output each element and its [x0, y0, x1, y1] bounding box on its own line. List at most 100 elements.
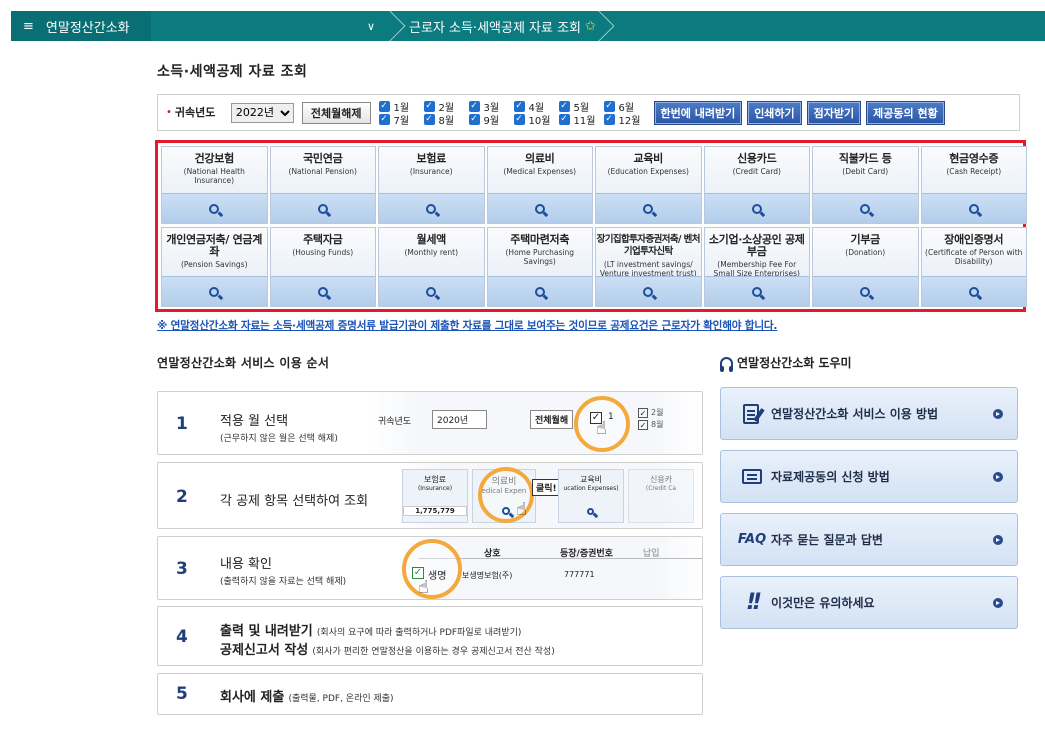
category-housing-funds[interactable]: 주택자금 (Housing Funds)	[269, 227, 376, 307]
pointer-hand-icon: ☝	[418, 577, 429, 598]
search-icon	[426, 286, 437, 297]
all-menu-button[interactable]: ≡ 연말정산간소화	[11, 11, 151, 41]
step-5: 5 회사에 제출 (출력물, PDF, 온라인 제출)	[157, 673, 703, 715]
search-icon	[317, 203, 328, 214]
checkbox-checked-icon: ✓	[423, 113, 435, 125]
checkbox-checked-icon: ✓	[558, 113, 570, 125]
helper-faq[interactable]: FAQ 자주 묻는 질문과 답변	[720, 513, 1018, 566]
checkbox-checked-icon: ✓	[378, 113, 390, 125]
step-title: 회사에 제출 (출력물, PDF, 온라인 제출)	[220, 690, 394, 705]
category-monthly-rent[interactable]: 월세액 (Monthly rent)	[378, 227, 485, 307]
category-insurance[interactable]: 보험료 (Insurance)	[378, 146, 485, 224]
pointer-hand-icon: ☝	[596, 418, 607, 439]
step-number: 5	[176, 684, 188, 704]
download-all-button[interactable]: 한번에 내려받기	[653, 100, 743, 125]
step-3: 3 내용 확인 (출력하지 않을 자료는 선택 해제) 상호 등장/증권번호 납…	[157, 536, 703, 600]
search-button[interactable]	[813, 276, 918, 306]
search-button[interactable]	[921, 276, 1026, 306]
step-title: 출력 및 내려받기 (회사의 요구에 따라 출력하거나 PDF파일로 내려받기)…	[220, 624, 555, 658]
search-button[interactable]	[596, 276, 701, 306]
faq-icon: FAQ	[737, 532, 767, 547]
search-icon	[643, 203, 654, 214]
breadcrumb-dropdown[interactable]: ∨	[151, 11, 385, 41]
search-button[interactable]	[270, 193, 375, 223]
search-button[interactable]	[596, 193, 701, 223]
hamburger-icon: ≡	[23, 18, 34, 34]
step-3-illustration: 상호 등장/증권번호 납입 ✓ 생명 보생명보험(주) 777771 ☝	[398, 537, 702, 599]
category-education-expenses[interactable]: 교육비 (Education Expenses)	[595, 146, 702, 224]
click-tooltip: 클릭!	[532, 479, 561, 496]
step-number: 4	[176, 627, 188, 647]
top-nav-bar: ≡ 연말정산간소화 ∨ 근로자 소득·세액공제 자료 조회 ✩	[11, 11, 1045, 41]
month-checkbox[interactable]: ✓ 11월	[558, 113, 604, 127]
category-pension-savings[interactable]: 개인연금저축/ 연금계좌 (Pension Savings)	[161, 227, 268, 307]
headset-icon	[720, 356, 733, 372]
checkbox-checked-icon: ✓	[513, 100, 525, 112]
search-icon	[587, 508, 594, 515]
category-credit-card[interactable]: 신용카드 (Credit Card)	[703, 146, 810, 224]
pointer-hand-icon: ☝	[516, 499, 527, 520]
step-title: 적용 월 선택 (근무하지 않은 월은 선택 해제)	[220, 414, 338, 444]
search-icon	[968, 203, 979, 214]
search-icon	[751, 286, 762, 297]
category-debit-card[interactable]: 직불카드 등 (Debit Card)	[812, 146, 919, 224]
month-checkbox[interactable]: ✓ 12월	[603, 113, 649, 127]
search-button[interactable]	[487, 193, 592, 223]
search-button[interactable]	[162, 276, 267, 306]
step-number: 3	[176, 559, 188, 579]
step-1: 1 적용 월 선택 (근무하지 않은 월은 선택 해제) 귀속년도 2020년 …	[157, 391, 703, 455]
step-title: 내용 확인 (출력하지 않을 자료는 선택 해제)	[220, 557, 347, 587]
helper-consent-guide[interactable]: 자료제공동의 신청 방법	[720, 450, 1018, 503]
search-button[interactable]	[379, 193, 484, 223]
menu-label: 연말정산간소화	[45, 20, 130, 36]
checkbox-checked-icon: ✓	[468, 100, 480, 112]
checkbox-checked-icon: ✓	[378, 100, 390, 112]
search-button[interactable]	[162, 193, 267, 223]
search-icon	[860, 203, 871, 214]
search-button[interactable]	[921, 193, 1026, 223]
search-icon	[534, 286, 545, 297]
deselect-all-months-button[interactable]: 전체월해제	[301, 101, 371, 124]
checkbox-checked-icon: ✓	[423, 100, 435, 112]
search-button[interactable]	[487, 276, 592, 306]
helper-service-guide[interactable]: 연말정산간소화 서비스 이용 방법	[720, 387, 1018, 440]
consent-status-button[interactable]: 제공동의 현황	[866, 100, 945, 125]
category-medical-expenses[interactable]: 의료비 (Medical Expenses)	[486, 146, 593, 224]
breadcrumb-current[interactable]: 근로자 소득·세액공제 자료 조회 ✩	[397, 11, 596, 41]
checkbox-checked-icon: ✓	[513, 113, 525, 125]
checkbox-checked-icon: ✓	[468, 113, 480, 125]
search-icon	[502, 507, 510, 515]
year-label: 귀속년도	[174, 106, 216, 119]
month-checkbox[interactable]: ✓ 9월	[468, 113, 514, 127]
braille-button[interactable]: 점자받기	[806, 100, 862, 125]
search-icon	[317, 286, 328, 297]
print-button[interactable]: 인쇄하기	[747, 100, 802, 125]
demo-checkbox: ✓	[638, 420, 648, 430]
search-button[interactable]	[813, 193, 918, 223]
category-donation[interactable]: 기부금 (Donation)	[812, 227, 919, 307]
month-checkbox[interactable]: ✓ 8월	[423, 113, 469, 127]
category-lt-investment-savings[interactable]: 장기집합투자증권저축/ 벤처기업투자신탁 (LT investment savin…	[595, 227, 702, 307]
notice-link[interactable]: ※ 연말정산간소화 자료는 소득·세액공제 증명서류 발급기관이 제출한 자료를…	[157, 318, 777, 333]
search-button[interactable]	[270, 276, 375, 306]
month-checkbox[interactable]: ✓ 10월	[513, 113, 559, 127]
helper-cautions[interactable]: !! 이것만은 유의하세요	[720, 576, 1018, 629]
category-cash-receipt[interactable]: 현금영수증 (Cash Receipt)	[920, 146, 1027, 224]
category-small-enterprise-fee[interactable]: 소기업·소상공인 공제부금 (Membership Fee For Small S…	[703, 227, 810, 307]
month-checkbox[interactable]: ✓ 7월	[378, 113, 424, 127]
search-icon	[209, 286, 220, 297]
exclamation-icon: !!	[745, 590, 762, 615]
search-icon	[426, 203, 437, 214]
category-disability-certificate[interactable]: 장애인증명서 (Certificate of Person with Disabi…	[920, 227, 1027, 307]
category-national-pension[interactable]: 국민연금 (National Pension)	[269, 146, 376, 224]
search-button[interactable]	[704, 193, 809, 223]
filter-bar: • 귀속년도 2022년 전체월해제 ✓ 1월 ✓ 2월 ✓ 3월 ✓ 4월 ✓ 5월 ✓…	[157, 94, 1020, 131]
year-select[interactable]: 2022년	[230, 102, 294, 123]
arrow-right-icon	[993, 535, 1003, 545]
search-icon	[968, 286, 979, 297]
step-number: 1	[176, 414, 188, 434]
search-button[interactable]	[379, 276, 484, 306]
search-button[interactable]	[704, 276, 809, 306]
category-health-insurance[interactable]: 건강보험 (National Health Insurance)	[161, 146, 268, 224]
category-home-purchasing-savings[interactable]: 주택마련저축 (Home Purchasing Savings)	[486, 227, 593, 307]
